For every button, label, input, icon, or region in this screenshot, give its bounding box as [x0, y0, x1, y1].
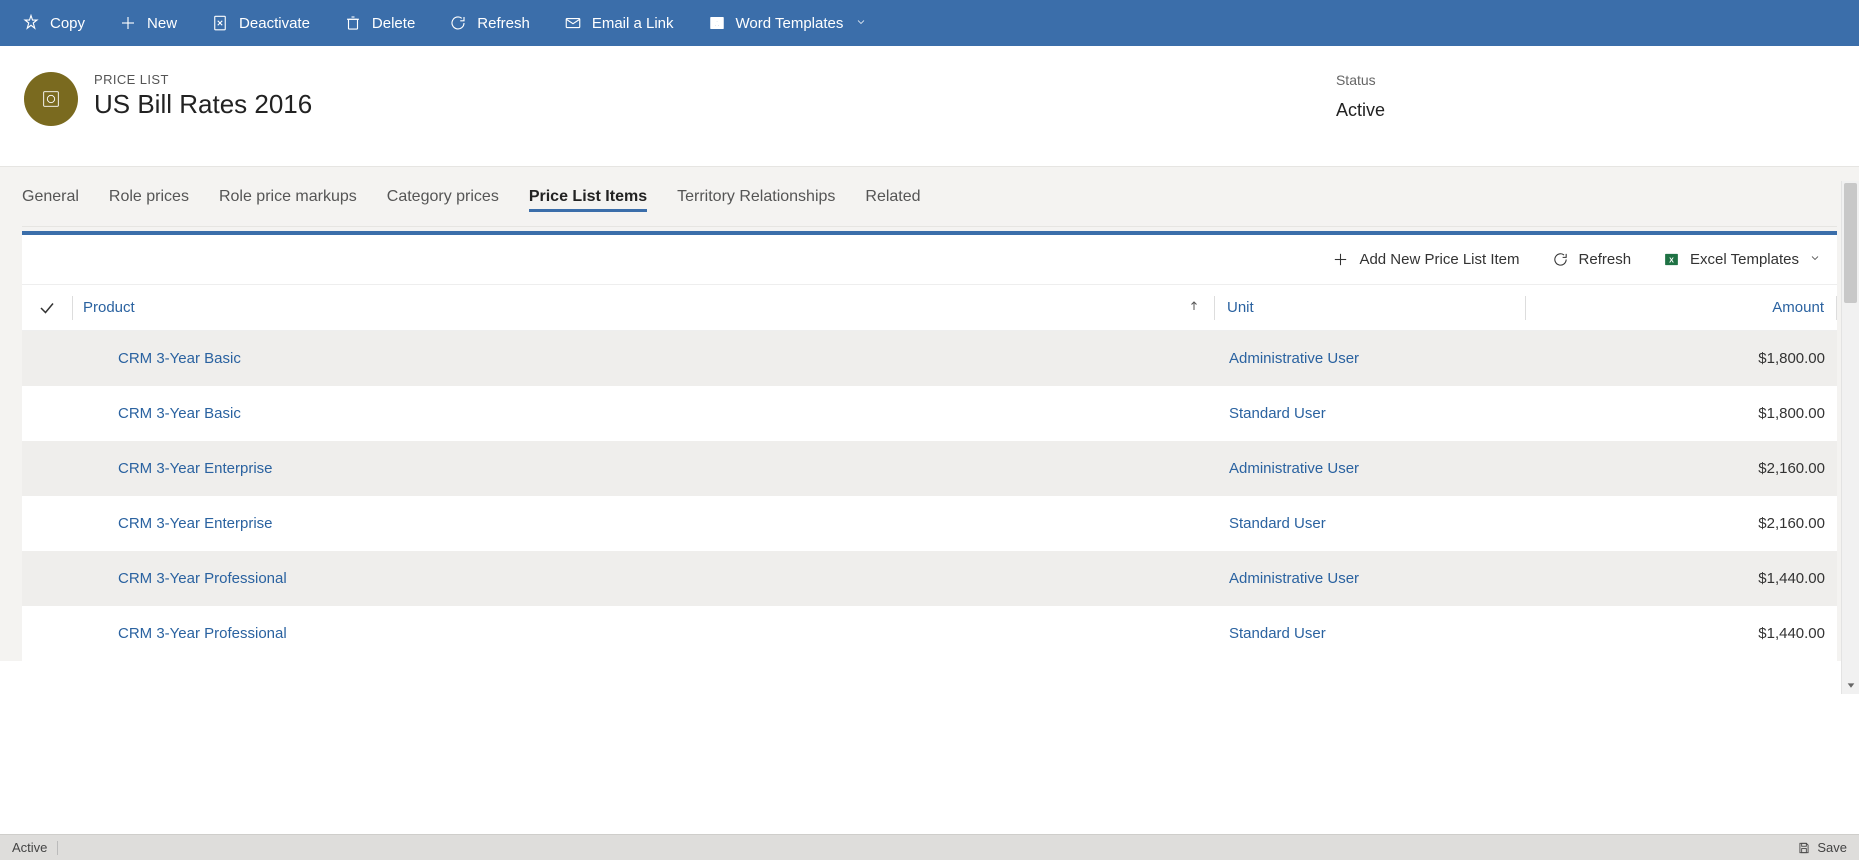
table-row[interactable]: CRM 3-Year ProfessionalAdministrative Us… — [22, 551, 1837, 606]
add-label: Add New Price List Item — [1359, 251, 1519, 268]
tabs-container: General Role prices Role price markups Cate… — [0, 166, 1859, 227]
table-row[interactable]: CRM 3-Year EnterpriseAdministrative User… — [22, 441, 1837, 496]
table-row[interactable]: CRM 3-Year EnterpriseStandard User$2,160… — [22, 496, 1837, 551]
excel-label: Excel Templates — [1690, 251, 1799, 268]
cell-product[interactable]: CRM 3-Year Enterprise — [72, 460, 1217, 477]
divider — [57, 841, 58, 855]
excel-templates-button[interactable]: Excel Templates — [1657, 247, 1827, 272]
select-all-checkbox[interactable] — [22, 299, 72, 317]
table-row[interactable]: CRM 3-Year BasicAdministrative User$1,80… — [22, 331, 1837, 386]
add-price-list-item-button[interactable]: Add New Price List Item — [1326, 247, 1525, 272]
scroll-down-arrow-icon[interactable] — [1842, 676, 1859, 694]
column-divider — [1836, 296, 1837, 320]
tab-category-prices[interactable]: Category prices — [387, 182, 499, 212]
email-link-button[interactable]: Email a Link — [550, 0, 688, 46]
table-row[interactable]: CRM 3-Year ProfessionalStandard User$1,4… — [22, 606, 1837, 661]
record-state: Active — [12, 840, 47, 855]
cell-product[interactable]: CRM 3-Year Professional — [72, 570, 1217, 587]
cell-amount: $1,800.00 — [1527, 350, 1837, 367]
grid-toolbar: Add New Price List Item Refresh Excel Te… — [22, 235, 1837, 285]
tabs: General Role prices Role price markups Cate… — [22, 167, 1837, 227]
column-header-unit[interactable]: Unit — [1215, 299, 1525, 316]
grid-frame: Add New Price List Item Refresh Excel Te… — [22, 231, 1837, 661]
tab-price-list-items[interactable]: Price List Items — [529, 182, 647, 212]
deactivate-icon — [211, 14, 229, 32]
column-unit-label: Unit — [1227, 299, 1254, 316]
column-header-product[interactable]: Product — [73, 299, 1214, 316]
status-value: Active — [1336, 100, 1385, 121]
status-block: Status Active — [1336, 72, 1385, 121]
chevron-down-icon — [855, 15, 867, 32]
record-header: PRICE LIST US Bill Rates 2016 Status Act… — [0, 46, 1859, 166]
delete-button[interactable]: Delete — [330, 0, 429, 46]
trash-icon — [344, 14, 362, 32]
save-label: Save — [1817, 840, 1847, 855]
cell-unit[interactable]: Standard User — [1217, 515, 1527, 532]
cell-product[interactable]: CRM 3-Year Basic — [72, 405, 1217, 422]
cell-amount: $1,440.00 — [1527, 625, 1837, 642]
grid-area: Add New Price List Item Refresh Excel Te… — [0, 227, 1859, 661]
plus-icon — [1332, 251, 1349, 268]
vertical-scrollbar[interactable] — [1841, 181, 1859, 694]
new-label: New — [147, 15, 177, 32]
column-product-label: Product — [83, 299, 135, 316]
excel-icon — [1663, 251, 1680, 268]
tab-role-price-markups[interactable]: Role price markups — [219, 182, 357, 212]
refresh-icon — [1552, 251, 1569, 268]
cell-amount: $1,440.00 — [1527, 570, 1837, 587]
copy-label: Copy — [50, 15, 85, 32]
status-bar: Active Save — [0, 834, 1859, 860]
grid-header: Product Unit Amount — [22, 285, 1837, 331]
refresh-button[interactable]: Refresh — [435, 0, 544, 46]
tab-general[interactable]: General — [22, 182, 79, 212]
chevron-down-icon — [1809, 251, 1821, 268]
sort-ascending-icon — [1188, 299, 1200, 316]
word-label: Word Templates — [736, 15, 844, 32]
cell-amount: $1,800.00 — [1527, 405, 1837, 422]
table-row[interactable]: CRM 3-Year BasicStandard User$1,800.00 — [22, 386, 1837, 441]
grid-refresh-label: Refresh — [1579, 251, 1632, 268]
cell-unit[interactable]: Administrative User — [1217, 350, 1527, 367]
assign-icon — [22, 14, 40, 32]
email-label: Email a Link — [592, 15, 674, 32]
check-icon — [38, 299, 56, 317]
plus-icon — [119, 14, 137, 32]
refresh-label: Refresh — [477, 15, 530, 32]
cell-unit[interactable]: Administrative User — [1217, 570, 1527, 587]
record-type-label: PRICE LIST — [94, 72, 312, 87]
column-header-amount[interactable]: Amount — [1526, 299, 1836, 316]
mail-icon — [564, 14, 582, 32]
deactivate-button[interactable]: Deactivate — [197, 0, 324, 46]
save-button[interactable]: Save — [1797, 840, 1847, 855]
cell-amount: $2,160.00 — [1527, 460, 1837, 477]
page-title: US Bill Rates 2016 — [94, 89, 312, 120]
cell-product[interactable]: CRM 3-Year Basic — [72, 350, 1217, 367]
tab-related[interactable]: Related — [865, 182, 920, 212]
record-type-icon — [24, 72, 78, 126]
refresh-icon — [449, 14, 467, 32]
deactivate-label: Deactivate — [239, 15, 310, 32]
cell-product[interactable]: CRM 3-Year Enterprise — [72, 515, 1217, 532]
copy-button[interactable]: Copy — [8, 0, 99, 46]
grid-body: CRM 3-Year BasicAdministrative User$1,80… — [22, 331, 1837, 661]
word-icon — [708, 14, 726, 32]
command-bar: Copy New Deactivate Delete Refresh Email… — [0, 0, 1859, 46]
cell-amount: $2,160.00 — [1527, 515, 1837, 532]
cell-unit[interactable]: Standard User — [1217, 625, 1527, 642]
status-label: Status — [1336, 72, 1385, 88]
column-amount-label: Amount — [1772, 299, 1824, 316]
new-button[interactable]: New — [105, 0, 191, 46]
grid-refresh-button[interactable]: Refresh — [1546, 247, 1638, 272]
tab-role-prices[interactable]: Role prices — [109, 182, 189, 212]
record-title-block: PRICE LIST US Bill Rates 2016 — [94, 72, 312, 120]
word-templates-button[interactable]: Word Templates — [694, 0, 882, 46]
scrollbar-thumb[interactable] — [1844, 183, 1857, 303]
delete-label: Delete — [372, 15, 415, 32]
tab-territory-relationships[interactable]: Territory Relationships — [677, 182, 835, 212]
cell-unit[interactable]: Standard User — [1217, 405, 1527, 422]
cell-unit[interactable]: Administrative User — [1217, 460, 1527, 477]
cell-product[interactable]: CRM 3-Year Professional — [72, 625, 1217, 642]
save-icon — [1797, 841, 1811, 855]
